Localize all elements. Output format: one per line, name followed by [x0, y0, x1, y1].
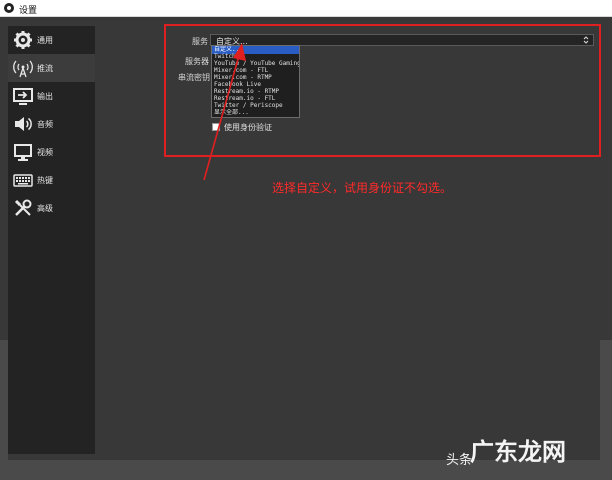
watermark-toutiao: 头条: [446, 453, 473, 468]
annotation-text: 选择自定义，试用身份证不勾选。: [272, 181, 453, 195]
watermark-site: 广东龙网: [470, 438, 566, 466]
annotation-arrow: [203, 43, 246, 181]
